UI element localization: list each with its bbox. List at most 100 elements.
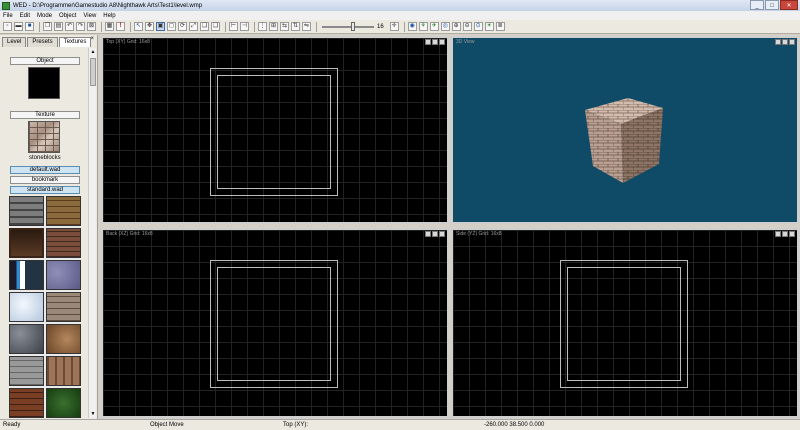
texture-thumbnail[interactable] [9, 356, 44, 386]
viewport-minimize-icon[interactable] [425, 39, 431, 45]
fly-icon[interactable]: ✈ [429, 22, 439, 31]
rotate-icon[interactable]: ⟳ [178, 22, 187, 31]
tab-presets[interactable]: Presets [27, 37, 58, 47]
texture-thumbnail[interactable] [46, 292, 81, 322]
paste-icon[interactable]: ▤ [54, 22, 63, 31]
viewport-controls [424, 39, 445, 45]
texture-thumbnail[interactable] [9, 260, 44, 290]
open-folder-icon[interactable]: ▬ [14, 22, 23, 31]
save-icon[interactable]: ■ [25, 22, 34, 31]
run-icon[interactable]: ! [116, 22, 125, 31]
viewport-back[interactable]: Back (XZ) Grid: 16x8 [101, 228, 449, 418]
menu-help[interactable]: Help [103, 13, 115, 19]
viewport-close-icon[interactable] [789, 231, 795, 237]
copy-icon[interactable]: ❐ [43, 22, 52, 31]
slider-knob[interactable] [350, 22, 355, 31]
panel-close-icon[interactable]: × [90, 36, 94, 42]
viewport-minimize-icon[interactable] [425, 231, 431, 237]
ungroup-icon[interactable]: ❑ [211, 22, 220, 31]
tab-level[interactable]: Level [2, 37, 27, 47]
grid-icon[interactable]: ⊞ [269, 22, 278, 31]
object-mode-icon[interactable]: ▣ [156, 22, 165, 31]
texture-preview[interactable] [28, 121, 60, 153]
delete-icon[interactable]: ⊠ [87, 22, 96, 31]
properties-icon[interactable]: ≣ [495, 22, 505, 31]
default-wad-button[interactable]: default.wad [10, 166, 80, 174]
flip-x-icon[interactable]: ⇆ [280, 22, 289, 31]
scroll-up-icon[interactable]: ▲ [89, 48, 97, 56]
menu-file[interactable]: File [3, 13, 13, 19]
standard-wad-button[interactable]: standard.wad [10, 186, 80, 194]
move-icon[interactable]: ✥ [145, 22, 154, 31]
left-panel: Level Presets Textures × Object Texture … [0, 35, 98, 419]
viewport-top[interactable]: Top (XY) Grid: 16x8 [101, 36, 449, 224]
redo-icon[interactable]: ↷ [76, 22, 85, 31]
align-left-icon[interactable]: ⊢ [229, 22, 238, 31]
texture-thumbnail[interactable] [46, 260, 81, 290]
viewport-maximize-icon[interactable] [782, 231, 788, 237]
texture-thumbnail[interactable] [9, 388, 44, 418]
texture-thumbnail[interactable] [9, 228, 44, 258]
brush-inner-outline[interactable] [217, 267, 331, 381]
app-icon [2, 1, 10, 10]
flip-y-icon[interactable]: ⇅ [291, 22, 300, 31]
new-file-icon[interactable]: ▫ [3, 22, 12, 31]
texture-scrollbar[interactable]: ▲ ▼ [88, 48, 96, 418]
orbit-icon[interactable]: ◎ [440, 22, 450, 31]
walk-icon[interactable]: ⚘ [418, 22, 428, 31]
menu-view[interactable]: View [83, 13, 96, 19]
texture-thumbnail[interactable] [9, 292, 44, 322]
select-icon[interactable]: ↖ [134, 22, 143, 31]
zoom-extents-icon[interactable]: ⊙ [473, 22, 483, 31]
viewport-side[interactable]: Side (YZ) Grid: 16x8 [451, 228, 799, 418]
brush-inner-outline[interactable] [217, 75, 331, 189]
texture-thumbnail[interactable] [46, 324, 81, 354]
texture-thumbnail[interactable] [46, 388, 81, 418]
close-button[interactable]: ✕ [780, 0, 798, 10]
menu-object[interactable]: Object [59, 13, 76, 19]
viewport-close-icon[interactable] [439, 39, 445, 45]
light-icon[interactable]: ☀ [484, 22, 494, 31]
tab-textures[interactable]: Textures [58, 37, 92, 47]
maximize-button[interactable]: □ [765, 0, 779, 10]
undo-icon[interactable]: ↶ [65, 22, 74, 31]
edit-vertex-icon[interactable]: ◻ [167, 22, 176, 31]
status-mode: Object Move [150, 422, 184, 428]
texture-thumbnail[interactable] [9, 196, 44, 226]
texture-thumbnail[interactable] [46, 228, 81, 258]
zoom-out-icon[interactable]: ⊖ [462, 22, 472, 31]
scroll-down-icon[interactable]: ▼ [89, 410, 97, 418]
scale-icon[interactable]: ⤢ [189, 22, 198, 31]
zoom-in-icon[interactable]: ⊕ [451, 22, 461, 31]
viewport-minimize-icon[interactable] [775, 231, 781, 237]
mirror-icon[interactable]: ⇋ [302, 22, 311, 31]
minimize-button[interactable]: _ [750, 0, 764, 10]
texture-label: Texture [10, 111, 80, 119]
crosshair-icon[interactable]: ✛ [389, 22, 399, 31]
texture-name: stoneblocks [29, 155, 61, 161]
brush-inner-outline[interactable] [567, 267, 681, 381]
viewport-maximize-icon[interactable] [432, 231, 438, 237]
viewport-close-icon[interactable] [439, 231, 445, 237]
scroll-thumb[interactable] [90, 58, 96, 86]
snap-icon[interactable]: ⋮ [258, 22, 267, 31]
menu-edit[interactable]: Edit [20, 13, 30, 19]
group-icon[interactable]: ❏ [200, 22, 209, 31]
texture-thumbnail[interactable] [46, 356, 81, 386]
viewport-3d[interactable]: 3D View [451, 36, 799, 224]
stone-cube[interactable] [453, 38, 799, 224]
grid-size-slider[interactable] [322, 22, 374, 31]
build-icon[interactable]: ▦ [105, 22, 114, 31]
viewport-maximize-icon[interactable] [432, 39, 438, 45]
camera-icon[interactable]: ◉ [407, 22, 417, 31]
toolbar-separator [316, 21, 317, 32]
object-preview[interactable] [28, 67, 60, 99]
align-right-icon[interactable]: ⊣ [240, 22, 249, 31]
texture-thumbnail[interactable] [46, 196, 81, 226]
texture-thumbnail[interactable] [9, 324, 44, 354]
viewport-label: Back (XZ) Grid: 16x8 [106, 231, 153, 237]
grid-size-value: 16 [377, 23, 384, 30]
window-controls: _ □ ✕ [749, 0, 798, 10]
bookmark-button[interactable]: bookmark [10, 176, 80, 184]
menu-mode[interactable]: Mode [37, 13, 52, 19]
